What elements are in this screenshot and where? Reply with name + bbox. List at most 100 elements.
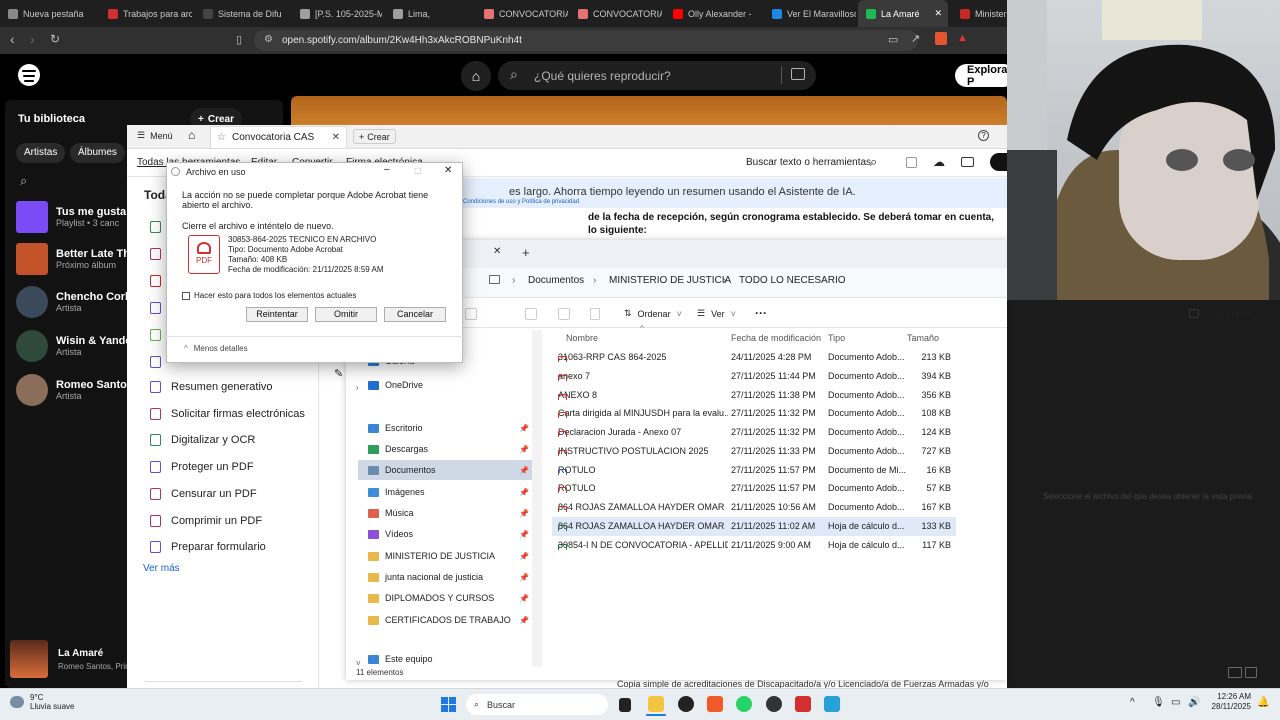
nav-item[interactable]: Este equipo xyxy=(358,652,532,666)
view-button[interactable]: ☰ Ver ˅ xyxy=(697,308,736,319)
preview-pane-button[interactable]: Vista previa xyxy=(1189,308,1251,318)
acrobat-home-icon[interactable]: ⌂ xyxy=(188,128,195,142)
browser-tab[interactable]: CONVOCATORIA xyxy=(570,0,662,27)
new-tab-icon[interactable]: + xyxy=(522,245,530,260)
filter-artists[interactable]: Artistas xyxy=(16,143,66,163)
library-item[interactable]: Romeo Santos Artista xyxy=(16,374,133,406)
browser-tab[interactable]: Olly Alexander - xyxy=(665,0,761,27)
obs-icon[interactable] xyxy=(678,696,694,712)
pin-icon[interactable]: 📌 xyxy=(519,488,529,497)
spotify-logo-icon[interactable] xyxy=(18,64,40,86)
nav-scrollbar[interactable] xyxy=(532,330,542,667)
library-item[interactable]: Chencho Corle Artista xyxy=(16,286,134,318)
tool-icon-organize[interactable] xyxy=(150,302,161,314)
bookmark-icon[interactable]: ▯ xyxy=(236,33,242,46)
forward-icon[interactable]: › xyxy=(30,31,35,47)
expand-chevron-icon[interactable]: ˅ xyxy=(356,659,361,668)
browser-tab[interactable]: Ministeri xyxy=(952,0,1007,27)
file-row[interactable]: anexo 7 27/11/2025 11:44 PM Documento Adob… xyxy=(552,367,956,386)
taskbar-search[interactable]: ⌕ Buscar xyxy=(466,694,608,715)
site-info-icon[interactable]: ⚙ xyxy=(264,34,273,45)
see-more-link[interactable]: Ver más xyxy=(143,563,180,574)
breadcrumb-todo[interactable]: TODO LO NECESARIO xyxy=(739,275,846,286)
print-icon[interactable] xyxy=(961,157,974,167)
close-tab-icon[interactable]: ✕ xyxy=(934,8,942,19)
library-item[interactable]: Better Late Tha Próximo álbum xyxy=(16,243,136,275)
clock[interactable]: 12:26 AM 28/11/2025 xyxy=(1206,692,1251,712)
breadcrumb-documentos[interactable]: Documentos xyxy=(528,275,584,286)
tool-icon-create[interactable] xyxy=(150,248,161,260)
tab-convocatoria[interactable]: ☆ Convocatoria CAS ✕ xyxy=(210,126,347,148)
upload-cloud-icon[interactable]: ☁ xyxy=(933,155,945,169)
search-tools-input[interactable]: Buscar texto o herramientas xyxy=(746,157,871,168)
pin-icon[interactable]: 📌 xyxy=(519,594,529,603)
library-item[interactable]: Tus me gusta Playlist • 3 canc xyxy=(16,201,126,233)
pin-icon[interactable]: 📌 xyxy=(519,466,529,475)
tool-item[interactable]: Censurar un PDF xyxy=(150,487,257,500)
details-view-icon[interactable] xyxy=(1228,667,1242,678)
copy-icon[interactable] xyxy=(465,308,477,320)
sort-button[interactable]: ⇅ Ordenar ˅ xyxy=(624,308,682,319)
snipping-tool-icon[interactable] xyxy=(824,696,840,712)
nav-item[interactable]: Documentos 📌 xyxy=(358,460,532,480)
rename-icon[interactable] xyxy=(525,308,537,320)
pin-icon[interactable]: 📌 xyxy=(519,530,529,539)
browser-tab[interactable]: Trabajos para arc xyxy=(100,0,192,27)
nav-item[interactable]: Vídeos 📌 xyxy=(358,524,532,544)
notification-bell-icon[interactable]: 🔔 xyxy=(1257,697,1269,708)
library-search-icon[interactable]: ⌕ xyxy=(20,173,27,189)
nav-item[interactable]: MINISTERIO DE JUSTICIA 📌 xyxy=(358,546,532,566)
search-icon[interactable]: ⌕ xyxy=(870,154,877,170)
pin-icon[interactable]: 📌 xyxy=(519,552,529,561)
acrobat-create-button[interactable]: + Crear xyxy=(353,129,396,144)
close-icon[interactable]: ✕ xyxy=(444,165,452,176)
column-name[interactable]: Nombre xyxy=(566,333,598,343)
browser-tab[interactable]: La Amaré ✕ xyxy=(858,0,948,27)
acrobat-menu-button[interactable]: ☰ Menú xyxy=(137,130,173,141)
volume-icon[interactable]: 🔊 xyxy=(1188,697,1200,708)
pin-icon[interactable]: 📌 xyxy=(519,616,529,625)
skip-button[interactable]: Omitir xyxy=(315,307,377,322)
file-row[interactable]: ANEXO 8 27/11/2025 11:38 PM Documento Adob… xyxy=(552,386,956,405)
browse-icon[interactable] xyxy=(791,68,805,80)
column-date[interactable]: Fecha de modificación xyxy=(731,333,821,343)
file-row[interactable]: Carta dirigida al MINJUSDH para la evalu… xyxy=(552,404,956,423)
url-field[interactable]: open.spotify.com/album/2Kw4Hh3xAkcROBNPu… xyxy=(254,30,918,51)
nav-item[interactable]: Descargas 📌 xyxy=(358,439,532,459)
file-row[interactable]: 31063-RRP CAS 864-2025 24/11/2025 4:28 PM… xyxy=(552,348,956,367)
star-icon[interactable]: ☆ xyxy=(217,132,226,143)
more-options-icon[interactable]: ··· xyxy=(755,306,767,320)
less-details-toggle[interactable]: ^ Menos detalles xyxy=(184,344,248,353)
tool-icon-pdf[interactable] xyxy=(150,275,161,287)
nav-item[interactable]: Música 📌 xyxy=(358,503,532,523)
file-row[interactable]: ROTULO 27/11/2025 11:57 PM Documento de Mi… xyxy=(552,461,956,480)
spotify-search-input[interactable]: ¿Qué quieres reproducir? xyxy=(498,61,816,90)
pin-icon[interactable]: 📌 xyxy=(519,573,529,582)
tool-icon-export[interactable] xyxy=(150,221,161,233)
nav-item[interactable]: Escritorio 📌 xyxy=(358,418,532,438)
help-icon[interactable]: ? xyxy=(978,130,989,141)
file-row[interactable]: Declaracion Jurada - Anexo 07 27/11/2025 … xyxy=(552,423,956,442)
browser-tab[interactable]: Ver El Maravillosc xyxy=(764,0,856,27)
nav-item[interactable]: CERTIFICADOS DE TRABAJO 📌 xyxy=(358,610,532,630)
file-row[interactable]: 864 ROJAS ZAMALLOA HAYDER OMAR 21/11/2025… xyxy=(552,498,956,517)
ai-banner-links[interactable]: Condiciones de uso y Política de privaci… xyxy=(463,199,579,205)
expand-chevron-icon[interactable]: › xyxy=(356,383,359,392)
file-row[interactable]: INSTRUCTIVO POSTULACION 2025 27/11/2025 1… xyxy=(552,442,956,461)
breadcrumb-ministerio[interactable]: MINISTERIO DE JUSTICIA xyxy=(609,275,731,286)
tool-item[interactable]: Digitalizar y OCR xyxy=(150,434,255,447)
filter-albums[interactable]: Álbumes xyxy=(70,143,125,163)
share-icon[interactable]: ↗ xyxy=(911,32,920,45)
back-icon[interactable]: ‹ xyxy=(10,31,15,47)
checkbox-box[interactable] xyxy=(182,291,190,300)
library-item[interactable]: Wisin & Yandel Artista xyxy=(16,330,135,362)
file-row[interactable]: ROTULO 27/11/2025 11:57 PM Documento Adob.… xyxy=(552,479,956,498)
tray-chevron-icon[interactable]: ^ xyxy=(1130,697,1135,708)
pin-icon[interactable]: 📌 xyxy=(519,509,529,518)
windows-start-icon[interactable] xyxy=(441,697,456,712)
apply-all-checkbox[interactable]: Hacer esto para todos los elementos actu… xyxy=(182,291,356,300)
save-icon[interactable] xyxy=(906,157,917,168)
browser-tab[interactable]: Sistema de Difu xyxy=(195,0,289,27)
share-icon[interactable] xyxy=(558,308,570,320)
nav-item[interactable]: junta nacional de justicia 📌 xyxy=(358,567,532,587)
